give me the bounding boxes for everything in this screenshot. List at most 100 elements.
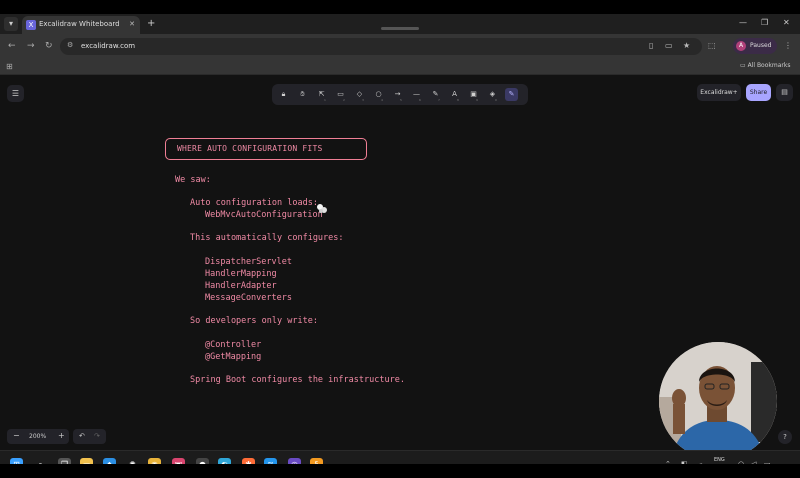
back-icon[interactable]: ←	[8, 41, 16, 51]
drawing-text-line[interactable]: This automatically configures:	[190, 233, 344, 243]
drawing-text-line[interactable]: Spring Boot configures the infrastructur…	[190, 375, 405, 385]
tab-title: Excalidraw Whiteboard	[39, 20, 120, 28]
windows-taskbar: ⊞ ⌕ ❐ ▬ ◆ ✺ ◉ ▣ ● ◐ ✱ ≋ ◎ § ⌃ ◧ ☁ ENG IN ◠ ◁ ▭	[0, 450, 800, 464]
profile-avatar: A	[736, 41, 746, 51]
ellipse-icon[interactable]: ○	[372, 88, 385, 101]
language-code: ENG	[714, 457, 725, 463]
reload-icon[interactable]: ↻	[45, 41, 53, 51]
undo-icon[interactable]: ↶	[79, 432, 85, 440]
minimize-icon[interactable]: —	[739, 18, 747, 27]
tool-shortcut-label: 9	[476, 98, 478, 102]
bookmarks-bar: ⊞ ▭ All Bookmarks	[0, 59, 800, 75]
tool-shortcut-label: 8	[457, 98, 459, 102]
library-icon[interactable]: ▤	[776, 84, 793, 101]
onedrive-icon[interactable]: ☁	[697, 460, 704, 464]
intellij-icon[interactable]: ▣	[172, 458, 185, 464]
selection-icon[interactable]: ⇱	[315, 88, 328, 101]
profile-status: Paused	[750, 42, 772, 49]
obs-icon[interactable]: ◎	[288, 458, 301, 464]
redo-icon[interactable]: ↷	[94, 432, 100, 440]
vscode-icon[interactable]: ◆	[103, 458, 116, 464]
title-rectangle[interactable]: WHERE AUTO CONFIGURATION FITS	[165, 138, 367, 160]
tool-shortcut-label: 5	[400, 98, 402, 102]
apps-grid-icon[interactable]: ⊞	[6, 62, 13, 71]
windows-start-icon[interactable]: ⊞	[10, 458, 23, 464]
drawing-text-line[interactable]: @GetMapping	[205, 352, 261, 362]
drawing-text-line[interactable]: WebMvcAutoConfiguration	[205, 210, 323, 220]
text-icon[interactable]: A	[448, 88, 461, 101]
presenter-video-image	[659, 342, 777, 460]
line-icon[interactable]: —	[410, 88, 423, 101]
tab-close-icon[interactable]: ✕	[129, 20, 135, 28]
main-menu-icon[interactable]: ☰	[7, 85, 24, 102]
battery-icon[interactable]: ▭	[764, 460, 771, 464]
drawing-text-line[interactable]: So developers only write:	[190, 316, 318, 326]
install-app-icon[interactable]: ▯	[649, 41, 653, 50]
sublime-icon[interactable]: §	[310, 458, 323, 464]
profile-button[interactable]: A Paused	[733, 38, 777, 54]
diamond-icon[interactable]: ◇	[353, 88, 366, 101]
rectangle-icon[interactable]: ▭	[334, 88, 347, 101]
history-controls: ↶ ↷	[73, 429, 106, 444]
docker-icon[interactable]: ≋	[264, 458, 277, 464]
drawing-text-line[interactable]: @Controller	[205, 340, 261, 350]
close-window-icon[interactable]: ✕	[783, 18, 790, 27]
drawing-text-line[interactable]: MessageConverters	[205, 293, 292, 303]
screen: ▾ X Excalidraw Whiteboard ✕ + — ❐ ✕ ← → …	[0, 14, 800, 464]
language-indicator[interactable]: ENG IN	[714, 457, 725, 464]
help-icon[interactable]: ?	[778, 430, 792, 444]
search-icon[interactable]: ⌕	[34, 458, 47, 464]
tray-app-icon[interactable]: ◧	[681, 460, 688, 464]
postman-icon[interactable]: ✱	[242, 458, 255, 464]
tab-search-button[interactable]: ▾	[4, 17, 18, 31]
all-bookmarks-button[interactable]: ▭ All Bookmarks	[740, 62, 790, 69]
volume-icon[interactable]: ◁	[751, 460, 756, 464]
arrow-icon[interactable]: →	[391, 88, 404, 101]
grab-cursor-icon	[317, 204, 327, 213]
address-bar[interactable]: ⚙ excalidraw.com ▯ ▭ ★	[60, 38, 702, 55]
browser-tab[interactable]: X Excalidraw Whiteboard ✕	[22, 16, 140, 34]
tool-shortcut-label: 3	[362, 98, 364, 102]
drawing-text-line[interactable]: DispatcherServlet	[205, 257, 292, 267]
show-hidden-icons-icon[interactable]: ⌃	[665, 460, 671, 464]
chatgpt-icon[interactable]: ✺	[126, 458, 139, 464]
zoom-out-button[interactable]: −	[13, 431, 20, 440]
cast-icon[interactable]: ▭	[665, 41, 673, 50]
hand-icon[interactable]: ✋︎	[296, 88, 309, 101]
address-url[interactable]: excalidraw.com	[81, 42, 135, 50]
bookmark-star-icon[interactable]: ★	[683, 41, 690, 50]
zoom-in-button[interactable]: +	[58, 431, 65, 440]
zoom-controls: − 200% +	[7, 429, 69, 444]
drawing-text-line[interactable]: Auto configuration loads:	[190, 198, 318, 208]
image-icon[interactable]: ▣	[467, 88, 480, 101]
github-icon[interactable]: ●	[196, 458, 209, 464]
chrome-icon[interactable]: ◉	[148, 458, 161, 464]
browser-toolbar: ← → ↻ ⚙ excalidraw.com ▯ ▭ ★ ⬚ A Paused …	[0, 34, 800, 59]
window-drag-handle[interactable]	[381, 27, 419, 30]
drawing-text-line[interactable]: HandlerAdapter	[205, 281, 277, 291]
tool-shortcut-label: 7	[438, 98, 440, 102]
zoom-level[interactable]: 200%	[29, 433, 46, 440]
site-info-icon[interactable]: ⚙	[67, 41, 73, 49]
pencil-icon[interactable]: ✎	[429, 88, 442, 101]
all-bookmarks-label: All Bookmarks	[747, 62, 791, 69]
browser-tab-strip: ▾ X Excalidraw Whiteboard ✕ + — ❐ ✕	[0, 14, 800, 34]
drawing-text-line[interactable]: HandlerMapping	[205, 269, 277, 279]
shapes-toolbar: 🔒︎ ✋︎ ⇱ 1 ▭ 2 ◇ 3 ○ 4 → 5—6 ✎ 7 A 8 ▣ 9 ◈ 0 ✎	[272, 84, 528, 105]
extensions-icon[interactable]: ⬚	[708, 41, 716, 50]
eraser-icon[interactable]: ◈	[486, 88, 499, 101]
restore-icon[interactable]: ❐	[761, 18, 768, 27]
lock-icon[interactable]: 🔒︎	[277, 88, 290, 101]
task-view-icon[interactable]: ❐	[58, 458, 71, 464]
browser-menu-icon[interactable]: ⋮	[784, 41, 792, 50]
edge-icon[interactable]: ◐	[218, 458, 231, 464]
drawing-title: WHERE AUTO CONFIGURATION FITS	[177, 144, 323, 153]
excalidraw-plus-button[interactable]: Excalidraw+	[697, 84, 741, 101]
forward-icon[interactable]: →	[27, 41, 35, 51]
extra-tools-icon[interactable]: ✎	[505, 88, 518, 101]
new-tab-icon[interactable]: +	[147, 18, 155, 29]
wifi-icon[interactable]: ◠	[738, 460, 744, 464]
file-explorer-icon[interactable]: ▬	[80, 458, 93, 464]
drawing-text-line[interactable]: We saw:	[175, 175, 211, 185]
share-button[interactable]: Share	[746, 84, 771, 101]
